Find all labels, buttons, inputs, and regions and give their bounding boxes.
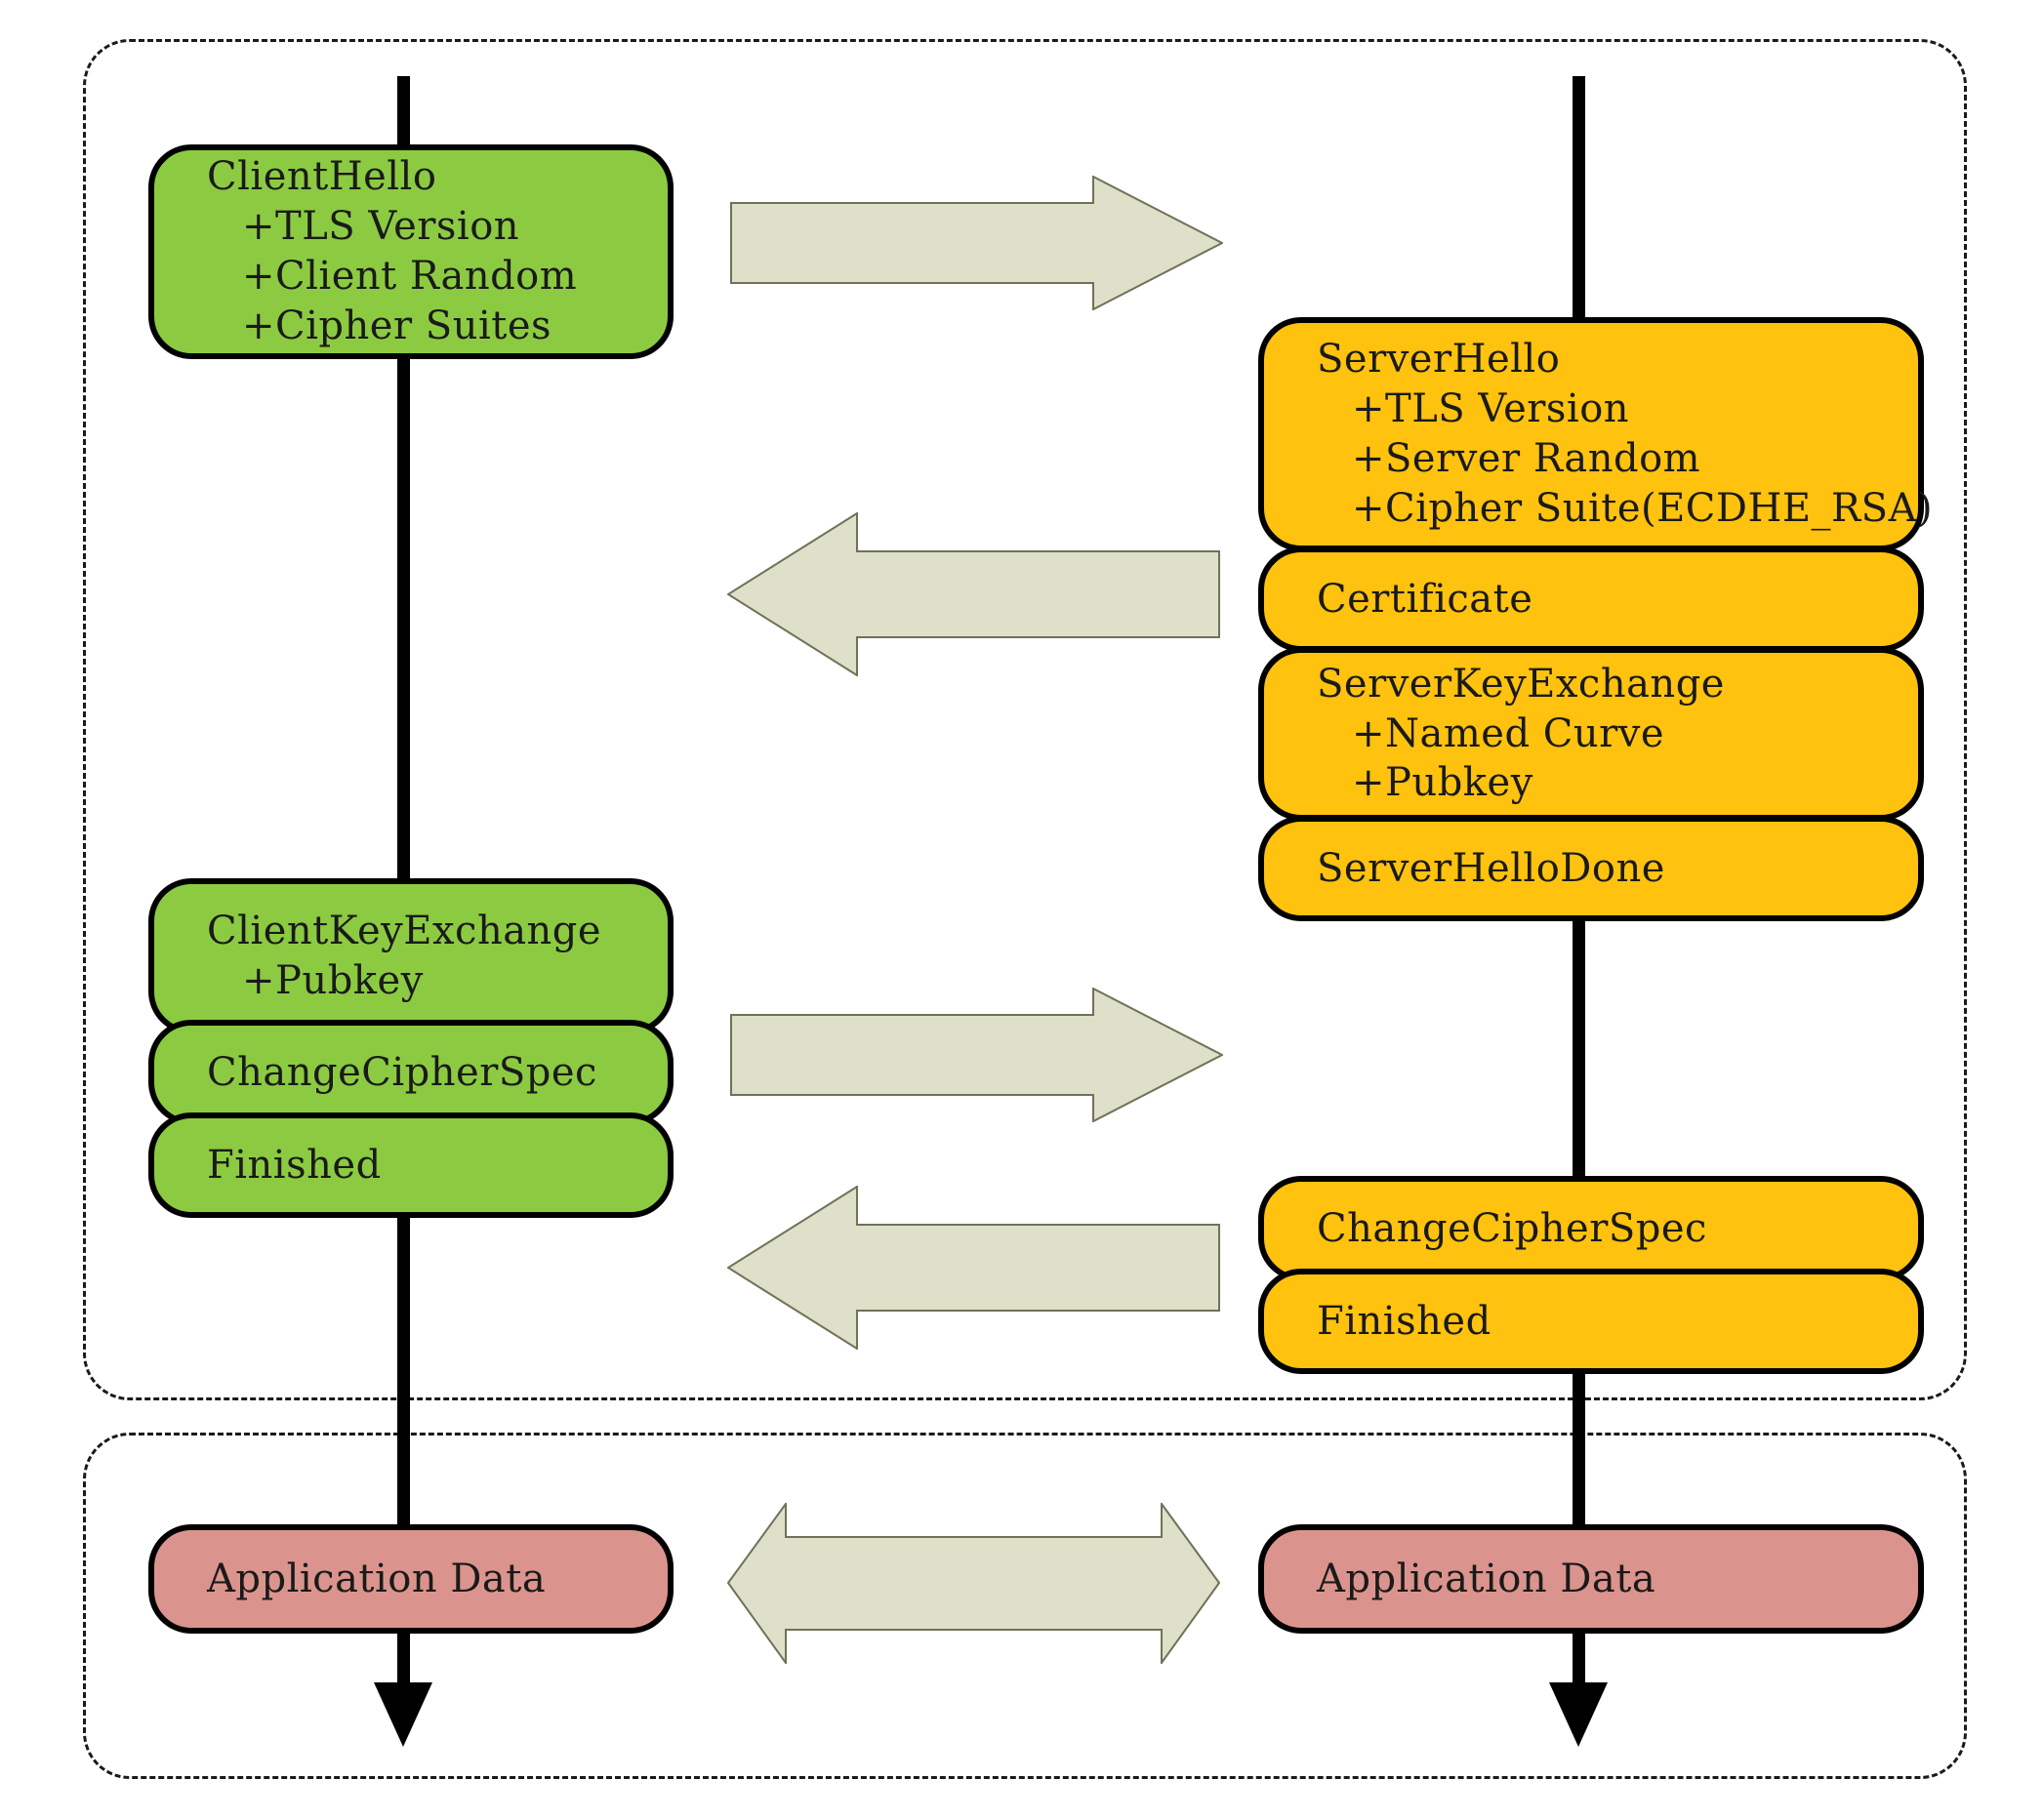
server-message-serverhellodone[interactable]: ServerHelloDone: [1258, 816, 1924, 921]
server-message-serverhello[interactable]: ServerHello +TLS Version +Server Random …: [1258, 317, 1934, 551]
serverhellodone-label: ServerHelloDone: [1317, 845, 1665, 891]
server-finished-left-arrow-icon: [727, 1186, 1220, 1350]
server-changecipherspec-label: ChangeCipherSpec: [1317, 1205, 1707, 1251]
server-message-changecipherspec[interactable]: ChangeCipherSpec: [1258, 1176, 1924, 1281]
serverkeyexchange-named-curve: +Named Curve: [1352, 710, 1665, 756]
clienthello-title: ClientHello: [207, 154, 437, 200]
serverhello-tls-version: +TLS Version: [1352, 386, 1630, 432]
client-message-clienthello[interactable]: ClientHello +TLS Version +Client Random …: [148, 144, 674, 359]
server-message-certificate[interactable]: Certificate: [1258, 546, 1924, 652]
server-application-data-label: Application Data: [1317, 1556, 1656, 1601]
server-finished-label: Finished: [1317, 1298, 1491, 1344]
application-data-bidirectional-arrow-icon: [727, 1503, 1220, 1664]
client-changecipherspec-label: ChangeCipherSpec: [207, 1049, 597, 1095]
clientkeyexchange-right-arrow-icon: [730, 988, 1223, 1122]
server-application-data-box[interactable]: Application Data: [1258, 1524, 1924, 1634]
client-timeline-arrowhead-icon: [374, 1682, 432, 1747]
server-message-finished[interactable]: Finished: [1258, 1269, 1924, 1374]
client-application-data-label: Application Data: [207, 1556, 547, 1601]
client-application-data-box[interactable]: Application Data: [148, 1524, 674, 1634]
serverhello-left-arrow-icon: [727, 512, 1220, 676]
clienthello-right-arrow-icon: [730, 176, 1223, 310]
clientkeyexchange-title: ClientKeyExchange: [207, 909, 602, 954]
tls-handshake-diagram: ClientHello +TLS Version +Client Random …: [0, 0, 2043, 1820]
client-message-clientkeyexchange[interactable]: ClientKeyExchange +Pubkey: [148, 878, 674, 1034]
certificate-label: Certificate: [1317, 576, 1533, 622]
clienthello-tls-version: +TLS Version: [242, 204, 520, 250]
clientkeyexchange-pubkey: +Pubkey: [242, 958, 424, 1003]
server-timeline-arrowhead-icon: [1549, 1682, 1608, 1747]
clienthello-client-random: +Client Random: [242, 254, 578, 299]
client-finished-label: Finished: [207, 1142, 382, 1188]
serverhello-title: ServerHello: [1317, 337, 1561, 383]
serverkeyexchange-title: ServerKeyExchange: [1317, 661, 1725, 707]
server-message-serverkeyexchange[interactable]: ServerKeyExchange +Named Curve +Pubkey: [1258, 647, 1924, 821]
clienthello-cipher-suites: +Cipher Suites: [242, 303, 552, 348]
client-message-changecipherspec[interactable]: ChangeCipherSpec: [148, 1020, 674, 1125]
serverhello-server-random: +Server Random: [1352, 436, 1701, 481]
serverhello-cipher-suite: +Cipher Suite(ECDHE_RSA): [1352, 485, 1934, 531]
serverkeyexchange-pubkey: +Pubkey: [1352, 760, 1533, 806]
client-message-finished[interactable]: Finished: [148, 1112, 674, 1218]
